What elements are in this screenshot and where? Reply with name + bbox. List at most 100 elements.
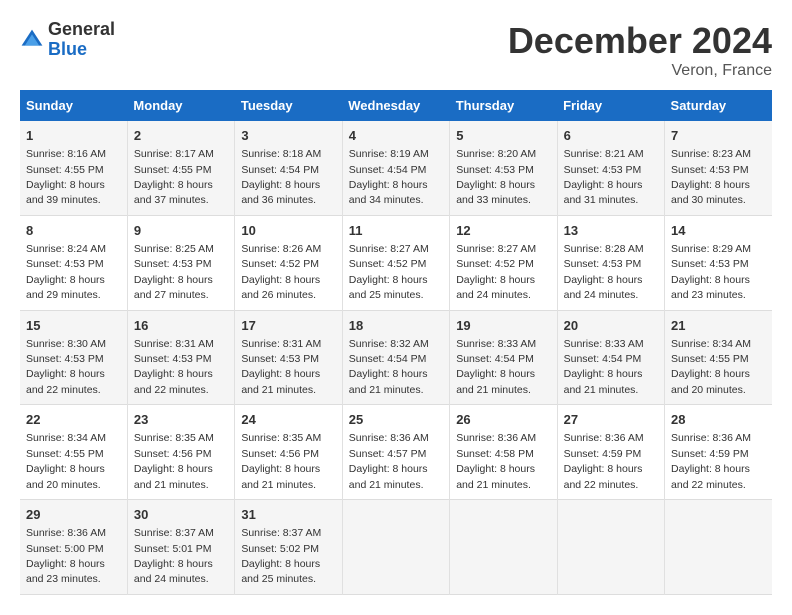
daylight-text: Daylight: 8 hours and 24 minutes.	[456, 274, 535, 301]
sunset-text: Sunset: 4:54 PM	[564, 353, 642, 365]
weekday-header: Friday	[557, 90, 664, 121]
day-number: 14	[671, 222, 766, 240]
calendar-day-cell: 4 Sunrise: 8:19 AM Sunset: 4:54 PM Daylight…	[342, 121, 449, 215]
month-title: December 2024	[508, 20, 772, 62]
day-number: 12	[456, 222, 550, 240]
sunrise-text: Sunrise: 8:34 AM	[671, 338, 751, 350]
calendar-week-row: 22Sunrise: 8:34 AMSunset: 4:55 PMDayligh…	[20, 405, 772, 500]
daylight-text: Daylight: 8 hours and 20 minutes.	[26, 463, 105, 490]
sunrise-text: Sunrise: 8:27 AM	[456, 243, 536, 255]
sunset-text: Sunset: 4:53 PM	[564, 164, 642, 176]
weekday-header: Thursday	[450, 90, 557, 121]
calendar-week-row: 8Sunrise: 8:24 AMSunset: 4:53 PMDaylight…	[20, 215, 772, 310]
daylight-text: Daylight: 8 hours and 21 minutes.	[349, 463, 428, 490]
title-area: December 2024 Veron, France	[508, 20, 772, 80]
weekday-header-row: SundayMondayTuesdayWednesdayThursdayFrid…	[20, 90, 772, 121]
day-number: 18	[349, 317, 443, 335]
sunrise-text: Sunrise: 8:30 AM	[26, 338, 106, 350]
day-number: 20	[564, 317, 658, 335]
sunset-text: Sunset: 4:53 PM	[134, 258, 212, 270]
sunrise-text: Sunrise: 8:31 AM	[134, 338, 214, 350]
weekday-header: Tuesday	[235, 90, 342, 121]
day-number: 19	[456, 317, 550, 335]
day-number: 28	[671, 411, 766, 429]
daylight-text: Daylight: 8 hours and 21 minutes.	[241, 463, 320, 490]
calendar-day-cell: 28Sunrise: 8:36 AMSunset: 4:59 PMDayligh…	[665, 405, 772, 500]
day-number: 29	[26, 506, 121, 524]
daylight-text: Daylight: 8 hours and 25 minutes.	[349, 274, 428, 301]
calendar-day-cell: 27Sunrise: 8:36 AMSunset: 4:59 PMDayligh…	[557, 405, 664, 500]
sunset-text: Sunset: 4:54 PM	[349, 353, 427, 365]
sunset-text: Sunset: 4:57 PM	[349, 448, 427, 460]
calendar-day-cell: 31Sunrise: 8:37 AMSunset: 5:02 PMDayligh…	[235, 500, 342, 595]
daylight-text: Daylight: 8 hours and 39 minutes.	[26, 179, 105, 206]
sunrise-text: Sunrise: 8:29 AM	[671, 243, 751, 255]
sunrise-text: Sunrise: 8:16 AM	[26, 148, 106, 160]
day-number: 23	[134, 411, 228, 429]
sunrise-text: Sunrise: 8:37 AM	[134, 527, 214, 539]
daylight-text: Daylight: 8 hours and 20 minutes.	[671, 368, 750, 395]
sunset-text: Sunset: 4:55 PM	[134, 164, 212, 176]
calendar-day-cell	[665, 500, 772, 595]
sunrise-text: Sunrise: 8:36 AM	[564, 432, 644, 444]
daylight-text: Daylight: 8 hours and 22 minutes.	[26, 368, 105, 395]
calendar-week-row: 29 Sunrise: 8:36 AM Sunset: 5:00 PM Dayligh…	[20, 500, 772, 595]
calendar-table: SundayMondayTuesdayWednesdayThursdayFrid…	[20, 90, 772, 595]
sunset-text: Sunset: 4:54 PM	[456, 353, 534, 365]
daylight-text: Daylight: 8 hours and 21 minutes.	[564, 368, 643, 395]
sunset-text: Sunset: 5:01 PM	[134, 543, 212, 555]
daylight-text: Daylight: 8 hours and 21 minutes.	[134, 463, 213, 490]
calendar-day-cell: 13 Sunrise: 8:28 AM Sunset: 4:53 PM Dayligh…	[557, 215, 664, 310]
sunset-text: Sunset: 4:53 PM	[26, 353, 104, 365]
calendar-day-cell: 9 Sunrise: 8:25 AM Sunset: 4:53 PM Daylight…	[127, 215, 234, 310]
sunrise-text: Sunrise: 8:36 AM	[26, 527, 106, 539]
daylight-text: Daylight: 8 hours and 27 minutes.	[134, 274, 213, 301]
sunset-text: Sunset: 4:53 PM	[241, 353, 319, 365]
sunset-text: Sunset: 4:52 PM	[349, 258, 427, 270]
daylight-text: Daylight: 8 hours and 23 minutes.	[671, 274, 750, 301]
day-number: 31	[241, 506, 335, 524]
sunset-text: Sunset: 4:59 PM	[671, 448, 749, 460]
daylight-text: Daylight: 8 hours and 22 minutes.	[671, 463, 750, 490]
sunrise-text: Sunrise: 8:25 AM	[134, 243, 214, 255]
location-subtitle: Veron, France	[508, 62, 772, 80]
sunrise-text: Sunrise: 8:32 AM	[349, 338, 429, 350]
calendar-day-cell: 26Sunrise: 8:36 AMSunset: 4:58 PMDayligh…	[450, 405, 557, 500]
sunrise-text: Sunrise: 8:19 AM	[349, 148, 429, 160]
calendar-day-cell: 10Sunrise: 8:26 AMSunset: 4:52 PMDayligh…	[235, 215, 342, 310]
weekday-header: Saturday	[665, 90, 772, 121]
calendar-day-cell	[450, 500, 557, 595]
sunrise-text: Sunrise: 8:23 AM	[671, 148, 751, 160]
daylight-text: Daylight: 8 hours and 24 minutes.	[564, 274, 643, 301]
day-number: 13	[564, 222, 658, 240]
sunrise-text: Sunrise: 8:17 AM	[134, 148, 214, 160]
daylight-text: Daylight: 8 hours and 31 minutes.	[564, 179, 643, 206]
calendar-day-cell: 25Sunrise: 8:36 AMSunset: 4:57 PMDayligh…	[342, 405, 449, 500]
day-number: 9	[134, 222, 228, 240]
daylight-text: Daylight: 8 hours and 21 minutes.	[456, 463, 535, 490]
sunset-text: Sunset: 5:00 PM	[26, 543, 104, 555]
sunrise-text: Sunrise: 8:28 AM	[564, 243, 644, 255]
calendar-day-cell	[342, 500, 449, 595]
sunset-text: Sunset: 4:59 PM	[564, 448, 642, 460]
calendar-day-cell: 30Sunrise: 8:37 AMSunset: 5:01 PMDayligh…	[127, 500, 234, 595]
sunrise-text: Sunrise: 8:34 AM	[26, 432, 106, 444]
daylight-text: Daylight: 8 hours and 34 minutes.	[349, 179, 428, 206]
daylight-text: Daylight: 8 hours and 23 minutes.	[26, 558, 105, 585]
daylight-text: Daylight: 8 hours and 29 minutes.	[26, 274, 105, 301]
daylight-text: Daylight: 8 hours and 25 minutes.	[241, 558, 320, 585]
calendar-day-cell: 7Sunrise: 8:23 AMSunset: 4:53 PMDaylight…	[665, 121, 772, 215]
sunset-text: Sunset: 4:54 PM	[241, 164, 319, 176]
day-number: 4	[349, 127, 443, 145]
sunset-text: Sunset: 4:54 PM	[349, 164, 427, 176]
day-number: 16	[134, 317, 228, 335]
sunset-text: Sunset: 4:53 PM	[564, 258, 642, 270]
sunrise-text: Sunrise: 8:26 AM	[241, 243, 321, 255]
calendar-day-cell: 1Sunrise: 8:16 AMSunset: 4:55 PMDaylight…	[20, 121, 127, 215]
daylight-text: Daylight: 8 hours and 22 minutes.	[564, 463, 643, 490]
day-number: 24	[241, 411, 335, 429]
weekday-header: Wednesday	[342, 90, 449, 121]
daylight-text: Daylight: 8 hours and 21 minutes.	[349, 368, 428, 395]
day-number: 10	[241, 222, 335, 240]
sunrise-text: Sunrise: 8:36 AM	[456, 432, 536, 444]
